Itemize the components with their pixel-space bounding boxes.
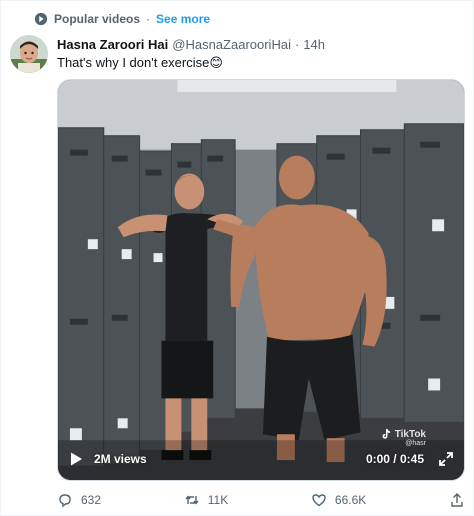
tiktok-watermark: TikTok @hasr [380, 428, 426, 447]
avatar[interactable] [10, 35, 48, 73]
expand-icon[interactable] [438, 451, 454, 467]
heart-icon [312, 494, 326, 507]
video-player[interactable]: TikTok @hasr 2M views 0:00 / 0:45 [57, 79, 465, 481]
see-more-link[interactable]: See more [156, 12, 210, 26]
author-name[interactable]: Hasna Zaroori Hai [57, 37, 168, 52]
retweet-count: 11K [207, 493, 229, 507]
video-time: 0:00 / 0:45 [365, 452, 424, 466]
watermark-text: TikTok [394, 428, 426, 440]
context-separator: · [146, 12, 151, 26]
video-frame [58, 80, 464, 480]
context-label: Popular videos [54, 12, 141, 26]
share-icon [451, 493, 463, 507]
tweet-text: That's why I don't exercise😊 [57, 55, 223, 70]
reply-count: 632 [81, 493, 102, 507]
social-context: Popular videos · See more [34, 11, 210, 27]
reply-button[interactable]: 632 [57, 492, 101, 508]
retweet-icon [185, 495, 199, 505]
play-icon[interactable] [68, 451, 84, 467]
tweet-actions: 632 11K 66.6K [57, 489, 465, 511]
trending-video-icon [34, 12, 48, 26]
like-button[interactable]: 66.6K [311, 492, 366, 508]
header-separator: · [294, 37, 300, 52]
view-count: 2M views [94, 452, 147, 466]
avatar-image [10, 35, 48, 73]
reply-icon [59, 494, 71, 508]
video-controls: 2M views 0:00 / 0:45 [68, 446, 454, 472]
retweet-button[interactable]: 11K [184, 492, 228, 508]
share-button[interactable] [449, 492, 465, 508]
tweet-header: Hasna Zaroori Hai @HasnaZaarooriHai · 14… [57, 37, 463, 52]
like-count: 66.6K [334, 493, 367, 507]
tweet-timestamp[interactable]: 14h [303, 37, 325, 52]
tiktok-logo-icon [382, 429, 390, 439]
tweet-card[interactable]: Popular videos · See more Hasna Zaroori … [0, 0, 474, 516]
author-handle[interactable]: @HasnaZaarooriHai [172, 37, 291, 52]
